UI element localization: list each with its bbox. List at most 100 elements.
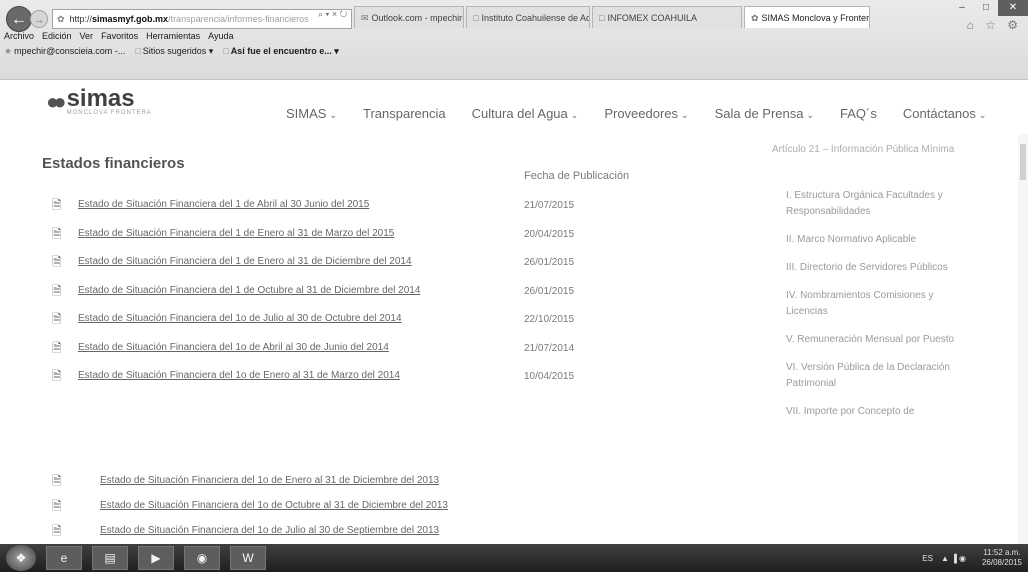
internet-explorer-icon[interactable]: e [46,546,82,570]
site-favicon-icon: ✿ [57,14,65,24]
document-link[interactable]: Estado de Situación Financiera del 1 de … [78,256,412,267]
simas-logo[interactable]: ●● simas MONCLOVA FRONTERA [46,85,152,117]
sidebar-item[interactable]: VI. Versión Pública de la Declaración Pa… [786,360,976,392]
document-link[interactable]: Estado de Situación Financiera del 1 de … [78,228,394,239]
tab-label: Outlook.com - mpechir@hot... [371,13,463,23]
tab-simas[interactable]: ✿SIMAS Monclova y Frontera...× [744,6,870,28]
chrome-icon[interactable]: ◉ [184,546,220,570]
menu-herramientas[interactable]: Herramientas [146,31,200,41]
sidebar-item[interactable]: III. Directorio de Servidores Públicos [786,260,976,276]
maximize-button[interactable]: □ [974,0,998,16]
scrollbar-thumb[interactable] [1020,144,1026,180]
tab-infomex[interactable]: □ INFOMEX COAHUILA [592,6,742,28]
url-scheme: http:// [69,14,93,24]
back-arrow-icon[interactable]: ← [6,6,32,32]
address-controls[interactable]: ⌕ ▾ × ↻ [318,9,347,20]
document-link[interactable]: Estado de Situación Financiera del 1o de… [78,370,400,381]
forward-arrow-icon[interactable]: → [30,10,48,28]
nav-label: Transparencia [363,106,446,121]
sidebar-item[interactable]: V. Remuneración Mensual por Puesto [786,332,976,348]
media-player-icon[interactable]: ▶ [138,546,174,570]
home-favorites-settings-icons[interactable]: ⌂ ☆ ⚙ [967,18,1022,32]
pdf-file-icon: 🗎 [52,340,62,355]
menu-favoritos[interactable]: Favoritos [101,31,138,41]
clock-date: 26/08/2015 [981,558,1022,567]
tray-icons[interactable]: ▲ ▐ ◉ [941,554,966,563]
url-host: simasmyf.gob.mx [92,14,169,24]
favorite-item[interactable]: □ Así fue el encuentro e... ▾ [223,46,338,57]
chevron-down-icon: ⌄ [329,110,338,120]
tab-icai[interactable]: □Instituto Coahuilense de Acce... [466,6,590,28]
pdf-file-icon: 🗎 [52,255,62,269]
favorites-bar: ★ mpechir@conscieia.com -... □ Sitios suge… [4,46,349,57]
document-link[interactable]: Estado de Situación Financiera del 1o de… [100,500,448,511]
folder-icon[interactable]: ▤ [92,546,128,570]
nav-simas[interactable]: SIMAS ⌄ [286,106,337,121]
pdf-file-icon: 🗎 [52,226,62,241]
document-link[interactable]: Estado de Situación Financiera del 1o de… [78,342,389,353]
publication-date: 26/01/2015 [524,285,575,297]
windows-taskbar: ❖ e ▤ ▶ ◉ W ES ▲ ▐ ◉ 11:52 a.m. 26/08/20… [0,544,1028,572]
favorite-item[interactable]: □ Sitios sugeridos ▾ [135,46,213,57]
nav-label: Contáctanos [902,106,976,121]
menu-ayuda[interactable]: Ayuda [208,31,233,41]
list-item: 🗎 Estado de Situación Financiera del 1o d… [46,310,626,339]
nav-transparencia[interactable]: Transparencia [363,106,446,121]
clock[interactable]: 11:52 a.m. 26/08/2015 [974,548,1022,568]
nav-faq[interactable]: FAQ´s [840,106,877,121]
minimize-button[interactable]: – [950,0,974,16]
page-scrollbar[interactable] [1018,134,1028,544]
nav-label: SIMAS [286,106,327,121]
favorite-label: mpechir@conscieia.com -... [14,46,126,56]
document-link[interactable]: Estado de Situación Financiera del 1 de … [78,285,420,296]
favorite-label: Así fue el encuentro e... ▾ [230,46,339,56]
menu-ver[interactable]: Ver [80,31,94,41]
close-window-button[interactable]: ✕ [998,0,1028,16]
favorite-item[interactable]: ★ mpechir@conscieia.com -... [4,46,125,57]
tab-strip: ✉Outlook.com - mpechir@hot... □Instituto… [354,6,872,30]
document-link[interactable]: Estado de Situación Financiera del 1 de … [78,199,369,210]
nav-label: Proveedores [604,106,679,121]
browser-chrome: ← → ✿ http://simasmyf.gob.mx/transparenc… [0,0,1028,80]
pdf-file-icon: 🗎 [52,283,62,298]
sidebar-item[interactable]: IV. Nombramientos Comisiones y Licencias [786,288,976,320]
logo-name: simas [66,85,135,112]
tab-label: INFOMEX COAHUILA [607,13,697,23]
pdf-file-icon: 🗎 [52,312,62,326]
sidebar-heading: Artículo 21 – Información Pública Mínima [772,144,955,155]
list-item: 🗎 Estado de Situación Financiera del 1o d… [46,472,606,497]
page-icon: □ [473,13,479,23]
menu-archivo[interactable]: Archivo [4,31,34,41]
tab-outlook[interactable]: ✉Outlook.com - mpechir@hot... [354,6,464,28]
publication-date: 21/07/2015 [524,200,575,211]
url-path: /transparencia/informes-financieros [168,14,309,24]
list-item: 🗎 Estado de Situación Financiera del 1 de… [46,282,626,311]
nav-proveedores[interactable]: Proveedores ⌄ [604,106,688,121]
page-icon: □ [599,13,605,23]
pdf-file-icon: 🗎 [52,474,62,488]
language-indicator[interactable]: ES [922,554,933,563]
publication-date-header: Fecha de Publicación [524,170,630,182]
chevron-down-icon: ⌄ [681,110,689,120]
older-document-list: 🗎 Estado de Situación Financiera del 1o d… [46,472,606,547]
sidebar-item[interactable]: VII. Importe por Concepto de [786,404,976,420]
document-link[interactable]: Estado de Situación Financiera del 1o de… [100,525,439,536]
list-item: 🗎 Estado de Situación Financiera del 1 de… [46,253,626,282]
simas-favicon-icon: ✿ [751,13,759,23]
address-bar[interactable]: ✿ http://simasmyf.gob.mx/transparencia/i… [52,9,352,29]
pdf-file-icon: 🗎 [52,524,62,538]
menu-edicion[interactable]: Edición [42,31,72,41]
word-icon[interactable]: W [230,546,266,570]
tab-label: Instituto Coahuilense de Acce... [481,13,589,23]
nav-sala-de-prensa[interactable]: Sala de Prensa ⌄ [715,106,814,121]
document-link[interactable]: Estado de Situación Financiera del 1o de… [78,313,402,324]
sidebar-item[interactable]: I. Estructura Orgánica Facultades y Resp… [786,188,976,220]
document-list: 🗎 Estado de Situación Financiera del 1 de… [46,196,626,396]
sidebar-item[interactable]: II. Marco Normativo Aplicable [786,232,976,248]
start-orb-icon[interactable]: ❖ [6,545,36,571]
nav-cultura-del-agua[interactable]: Cultura del Agua ⌄ [472,106,579,121]
pdf-file-icon: 🗎 [52,369,62,383]
list-item: 🗎 Estado de Situación Financiera del 1 de… [46,225,626,254]
nav-contactanos[interactable]: Contáctanos ⌄ [903,106,987,121]
document-link[interactable]: Estado de Situación Financiera del 1o de… [100,475,439,486]
